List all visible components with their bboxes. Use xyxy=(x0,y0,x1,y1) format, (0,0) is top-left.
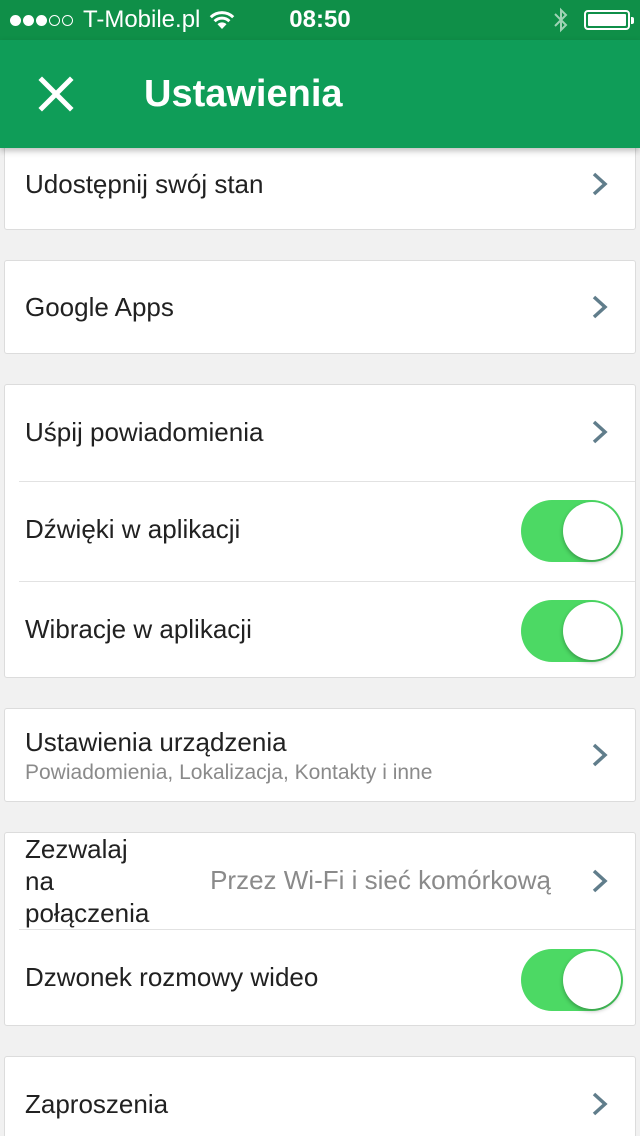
app-bar: Ustawienia xyxy=(0,40,640,148)
in-app-vibration-label: Wibracje w aplikacji xyxy=(25,614,252,644)
video-ringtone-row: Dzwonek rozmowy wideo xyxy=(5,930,635,1026)
chevron-right-icon xyxy=(592,295,608,319)
settings-card-notifications: Uśpij powiadomienia Dźwięki w aplikacji … xyxy=(4,384,636,678)
toggle-knob xyxy=(563,602,621,660)
google-apps-row[interactable]: Google Apps xyxy=(5,261,635,353)
chevron-right-icon xyxy=(592,743,608,767)
bluetooth-icon xyxy=(554,7,568,33)
device-settings-label: Ustawienia urządzenia xyxy=(25,727,287,757)
share-status-label: Udostępnij swój stan xyxy=(25,169,264,199)
settings-card-calls: Zezwalaj na połączenia Przez Wi-Fi i sie… xyxy=(4,832,636,1026)
status-right xyxy=(552,0,634,40)
device-settings-sublabel: Powiadomienia, Lokalizacja, Kontakty i i… xyxy=(25,761,433,784)
allow-calls-label: Zezwalaj na połączenia xyxy=(25,834,150,928)
allow-calls-row[interactable]: Zezwalaj na połączenia Przez Wi-Fi i sie… xyxy=(5,833,635,929)
page-title: Ustawienia xyxy=(144,73,343,115)
battery-icon xyxy=(584,10,634,30)
close-icon[interactable] xyxy=(30,68,82,120)
allow-calls-value: Przez Wi-Fi i sieć komórkową xyxy=(210,865,551,895)
in-app-vibration-row: Wibracje w aplikacji xyxy=(5,582,635,678)
snooze-notifications-row[interactable]: Uśpij powiadomienia xyxy=(5,385,635,481)
google-apps-label: Google Apps xyxy=(25,292,174,322)
in-app-vibration-toggle[interactable] xyxy=(521,600,623,662)
in-app-sounds-toggle[interactable] xyxy=(521,500,623,562)
settings-card-google-apps: Google Apps xyxy=(4,260,636,354)
status-bar: T-Mobile.pl 08:50 xyxy=(0,0,640,40)
video-ringtone-toggle[interactable] xyxy=(521,949,623,1011)
chevron-right-icon xyxy=(592,869,608,893)
toggle-knob xyxy=(563,951,621,1009)
video-ringtone-label: Dzwonek rozmowy wideo xyxy=(25,962,319,992)
in-app-sounds-row: Dźwięki w aplikacji xyxy=(5,482,635,581)
snooze-notifications-label: Uśpij powiadomienia xyxy=(25,417,264,447)
chevron-right-icon xyxy=(592,172,608,196)
invitations-row[interactable]: Zaproszenia xyxy=(5,1057,635,1136)
device-settings-row[interactable]: Ustawienia urządzenia Powiadomienia, Lok… xyxy=(5,709,635,801)
toggle-knob xyxy=(563,502,621,560)
status-time: 08:50 xyxy=(289,6,351,33)
chevron-right-icon xyxy=(592,420,608,444)
settings-card-device: Ustawienia urządzenia Powiadomienia, Lok… xyxy=(4,708,636,802)
invitations-label: Zaproszenia xyxy=(25,1089,169,1119)
chevron-right-icon xyxy=(592,1092,608,1116)
in-app-sounds-label: Dźwięki w aplikacji xyxy=(25,514,241,544)
settings-card-invitations: Zaproszenia xyxy=(4,1056,636,1136)
